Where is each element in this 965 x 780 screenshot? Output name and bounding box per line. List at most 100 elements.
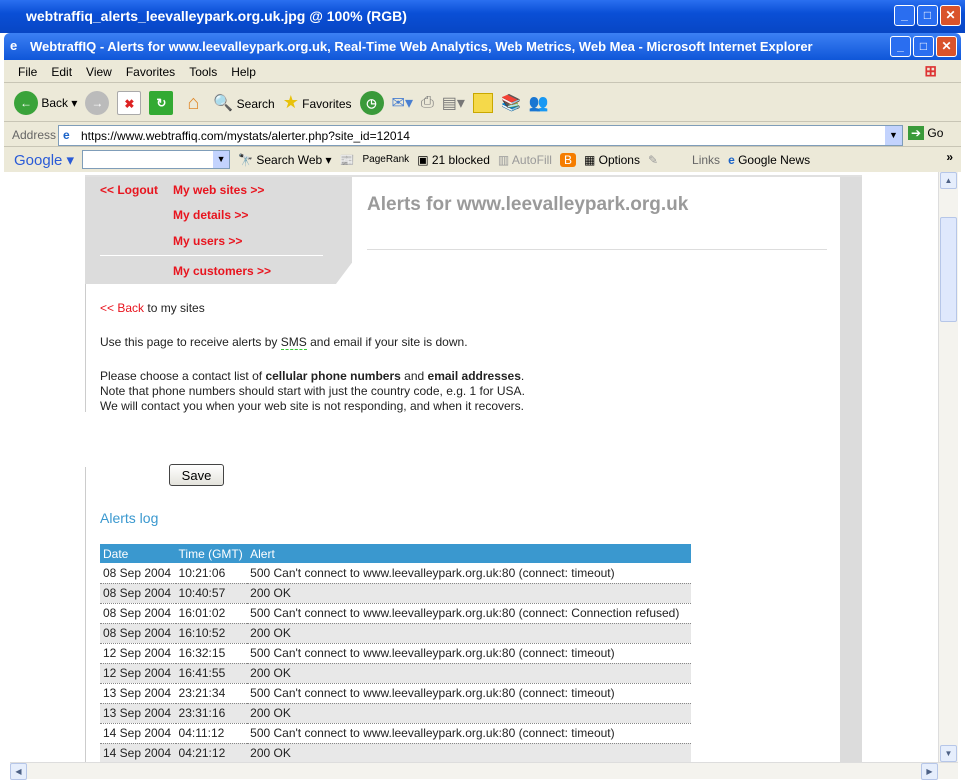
address-bar: Address e https://www.webtraffiq.com/myst… (4, 124, 961, 147)
table-row: 08 Sep 2004 10:21:06 500 Can't connect to … (100, 563, 691, 584)
scroll-up-button[interactable]: ▲ (940, 172, 957, 189)
left-border (85, 282, 86, 412)
alerts-log-title: Alerts log (100, 510, 159, 526)
minimize-button[interactable]: _ (894, 5, 915, 26)
date-cell: 12 Sep 2004 (100, 663, 176, 684)
ie-maximize-button[interactable]: □ (913, 36, 934, 57)
research-icon[interactable]: 📚 (501, 93, 521, 113)
mail-icon[interactable]: ✉▾ (392, 93, 413, 113)
menu-view[interactable]: View (86, 65, 112, 79)
back-suffix: to my sites (144, 301, 205, 315)
my-details-link[interactable]: My details >> (173, 208, 248, 222)
edit-icon[interactable]: ▤▾ (442, 93, 465, 113)
scroll-thumb[interactable] (940, 217, 957, 322)
p1-pre: Please choose a contact list of (100, 369, 266, 383)
forward-button[interactable]: → (85, 90, 110, 115)
scroll-down-button[interactable]: ▼ (940, 745, 957, 762)
google-search-input[interactable]: ▼ (82, 150, 231, 169)
menu-tools[interactable]: Tools (189, 65, 217, 79)
time-cell: 16:10:52 (175, 623, 248, 644)
table-row: 12 Sep 2004 16:32:15 500 Can't connect to … (100, 643, 691, 664)
horizontal-scrollbar[interactable]: ◀ ▶ (10, 762, 958, 780)
col-date: Date (100, 544, 176, 563)
my-web-sites-link[interactable]: My web sites >> (173, 183, 264, 197)
my-users-link[interactable]: My users >> (173, 234, 242, 248)
col-time: Time (GMT) (175, 544, 248, 563)
p2: Note that phone numbers should start wit… (100, 384, 525, 398)
options-button[interactable]: ▦ Options (584, 153, 640, 167)
alert-cell: 500 Can't connect to www.leevalleypark.o… (247, 683, 691, 704)
google-news-link[interactable]: e Google News (728, 153, 810, 167)
menu-favorites[interactable]: Favorites (126, 65, 175, 79)
right-column (840, 177, 862, 762)
scroll-right-button[interactable]: ▶ (921, 763, 938, 780)
logout-link[interactable]: << Logout (100, 183, 158, 197)
browser-title: WebtraffIQ - Alerts for www.leevalleypar… (30, 39, 813, 54)
date-cell: 13 Sep 2004 (100, 703, 176, 724)
vertical-scrollbar[interactable]: ▲ ▼ (938, 172, 958, 762)
time-cell: 04:11:12 (175, 723, 248, 744)
refresh-icon[interactable]: ↻ (149, 90, 174, 115)
address-dropdown-icon[interactable]: ▼ (885, 126, 902, 145)
menu-file[interactable]: File (18, 65, 37, 79)
pagerank: PageRank (362, 154, 410, 165)
outer-title-bar: webtraffiq_alerts_leevalleypark.org.uk.j… (0, 0, 965, 33)
browser-title-bar: e WebtraffIQ - Alerts for www.leevalleypa… (4, 33, 961, 60)
save-button[interactable]: Save (169, 464, 224, 486)
table-row: 12 Sep 2004 16:41:55 200 OK (100, 663, 691, 684)
address-input[interactable]: e https://www.webtraffiq.com/mystats/aler… (58, 125, 903, 146)
time-cell: 10:40:57 (175, 583, 248, 604)
time-cell: 04:21:12 (175, 743, 248, 762)
table-row: 14 Sep 2004 04:11:12 500 Can't connect to … (100, 723, 691, 744)
scroll-left-button[interactable]: ◀ (10, 763, 27, 780)
maximize-button[interactable]: □ (917, 5, 938, 26)
menu-edit[interactable]: Edit (51, 65, 72, 79)
messenger-icon[interactable]: 👥 (529, 93, 549, 113)
history-icon[interactable]: ◷ (359, 90, 384, 115)
home-icon[interactable]: ⌂ (181, 91, 205, 115)
table-row: 13 Sep 2004 23:31:16 200 OK (100, 703, 691, 724)
google-logo[interactable]: Google ▾ (14, 151, 74, 169)
go-button[interactable]: ➔ Go (908, 126, 943, 140)
news-icon[interactable]: 📰 (340, 153, 355, 167)
nav-divider (100, 255, 323, 256)
intro-text: Use this page to receive alerts by SMS a… (100, 335, 468, 350)
google-toolbar: Google ▾ ▼ 🔭 Search Web ▾ 📰 PageRank ▣ 2… (4, 148, 961, 171)
p1-bold2: email addresses (427, 369, 521, 383)
search-icon: 🔍 (213, 94, 234, 112)
back-button[interactable]: ← Back ▾ (14, 90, 77, 115)
menu-help[interactable]: Help (231, 65, 256, 79)
ie-icon: e (10, 38, 18, 53)
alert-cell: 200 OK (247, 743, 691, 762)
favorites-button[interactable]: ★ Favorites (283, 92, 352, 113)
back-arrow-icon: ← (14, 90, 38, 115)
ie-close-button[interactable]: ✕ (936, 36, 957, 57)
search-web-button[interactable]: 🔭 Search Web ▾ (238, 153, 331, 167)
blogger-icon[interactable]: B (559, 152, 576, 167)
print-icon[interactable]: ⎙ (421, 94, 434, 112)
my-customers-link[interactable]: My customers >> (173, 264, 271, 278)
notes-icon[interactable] (472, 92, 493, 113)
autofill-button[interactable]: ▥ AutoFill (498, 153, 552, 167)
sms-abbr: SMS (280, 335, 307, 350)
time-cell: 23:21:34 (175, 683, 248, 704)
pencil-icon[interactable]: ✎ (648, 153, 658, 167)
title-divider (367, 249, 827, 250)
left-border-lower (85, 467, 86, 762)
close-button[interactable]: ✕ (940, 5, 961, 26)
menu-bar: File Edit View Favorites Tools Help ⊞ (4, 61, 961, 83)
dropdown-icon[interactable]: ▼ (213, 151, 230, 168)
search-button[interactable]: 🔍 Search (213, 93, 274, 113)
links-label: Links (692, 152, 721, 167)
alert-cell: 200 OK (247, 623, 691, 644)
stop-icon[interactable]: ✖ (117, 90, 142, 115)
popup-blocker[interactable]: ▣ 21 blocked (417, 153, 490, 167)
address-label: Address (12, 128, 57, 142)
top-border (85, 175, 862, 177)
chevron-icon[interactable]: » (946, 150, 953, 164)
ie-minimize-button[interactable]: _ (890, 36, 911, 57)
date-cell: 14 Sep 2004 (100, 743, 176, 762)
back-link[interactable]: << Back (100, 301, 144, 315)
p3: We will contact you when your web site i… (100, 399, 524, 413)
alert-cell: 200 OK (247, 703, 691, 724)
